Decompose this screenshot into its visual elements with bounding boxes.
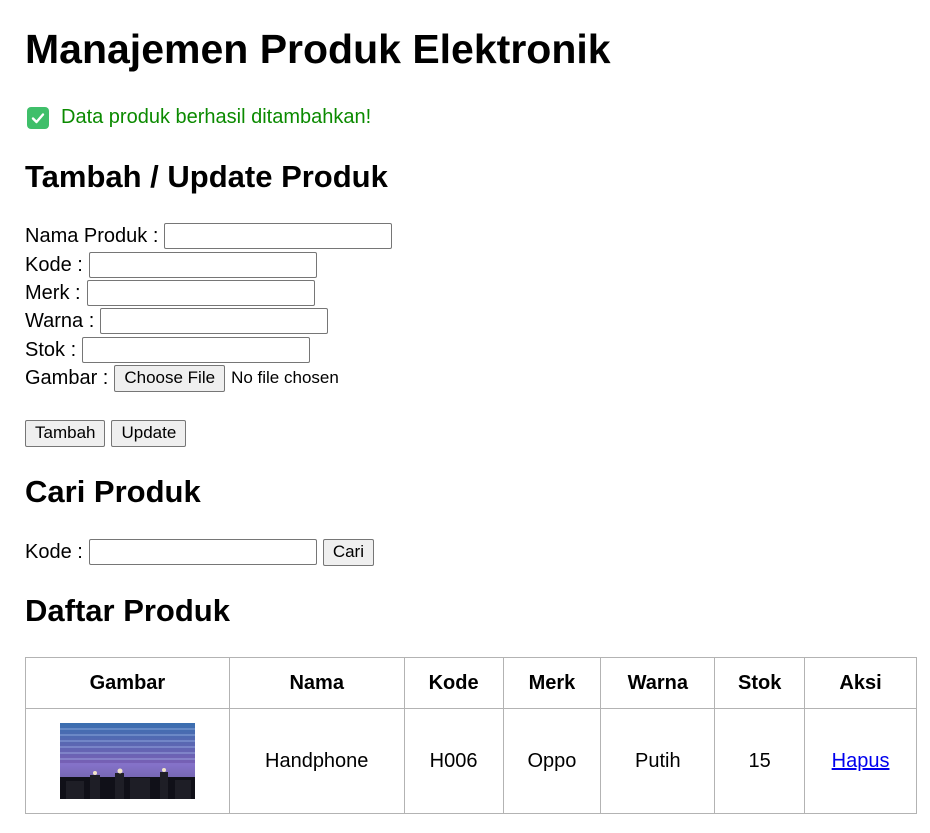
kode-row: Kode : [25,251,317,279]
search-kode-label: Kode : [25,540,83,563]
column-header: Aksi [804,657,917,709]
warna-label: Warna : [25,309,95,332]
product-action-cell: Hapus [804,708,917,814]
merk-label: Merk : [25,281,81,304]
column-header: Merk [502,657,602,709]
list-heading: Daftar Produk [25,593,230,628]
gambar-label: Gambar : [25,366,109,389]
nama-row: Nama Produk : [25,222,393,250]
product-brand: Oppo [502,708,602,814]
stok-row: Stok : [25,336,311,364]
product-image [59,723,195,799]
merk-row: Merk : [25,279,315,307]
warna-row: Warna : [25,307,329,335]
column-header: Nama [228,657,405,709]
column-header: Warna [600,657,716,709]
cari-button[interactable]: Cari [322,538,374,566]
warna-input[interactable] [100,308,329,334]
tambah-button[interactable]: Tambah [25,419,106,447]
product-code: H006 [403,708,504,814]
stok-label: Stok : [25,338,77,361]
table-row: Handphone H006 Oppo Putih 15 Hapus [25,708,917,814]
merk-input[interactable] [86,280,315,306]
page-title: Manajemen Produk Elektronik [25,26,611,72]
choose-file-button[interactable]: Choose File [114,364,226,392]
update-button[interactable]: Update [111,419,187,447]
search-kode-input[interactable] [88,539,317,565]
table-header-row: Gambar Nama Kode Merk Warna Stok Aksi [25,657,917,709]
search-row: Kode : Cari [25,538,374,566]
product-color: Putih [600,708,716,814]
nama-input[interactable] [164,223,393,249]
product-stock: 15 [714,708,806,814]
form-heading: Tambah / Update Produk [25,159,388,194]
success-message: Data produk berhasil ditambahkan! [27,106,371,129]
nama-label: Nama Produk : [25,224,159,247]
product-name: Handphone [228,708,405,814]
hapus-link[interactable]: Hapus [832,750,890,772]
checkmark-icon [27,106,49,129]
kode-label: Kode : [25,253,83,276]
column-header: Kode [403,657,504,709]
gambar-row: Gambar : Choose File No file chosen [25,364,339,392]
product-table: Gambar Nama Kode Merk Warna Stok Aksi Ha… [25,657,917,814]
product-image-cell [25,708,230,814]
column-header: Gambar [25,657,230,709]
kode-input[interactable] [88,252,317,278]
success-text: Data produk berhasil ditambahkan! [61,106,372,128]
file-status: No file chosen [231,368,339,387]
form-actions: Tambah Update [25,419,187,447]
search-heading: Cari Produk [25,474,201,509]
column-header: Stok [714,657,806,709]
stok-input[interactable] [82,337,311,363]
